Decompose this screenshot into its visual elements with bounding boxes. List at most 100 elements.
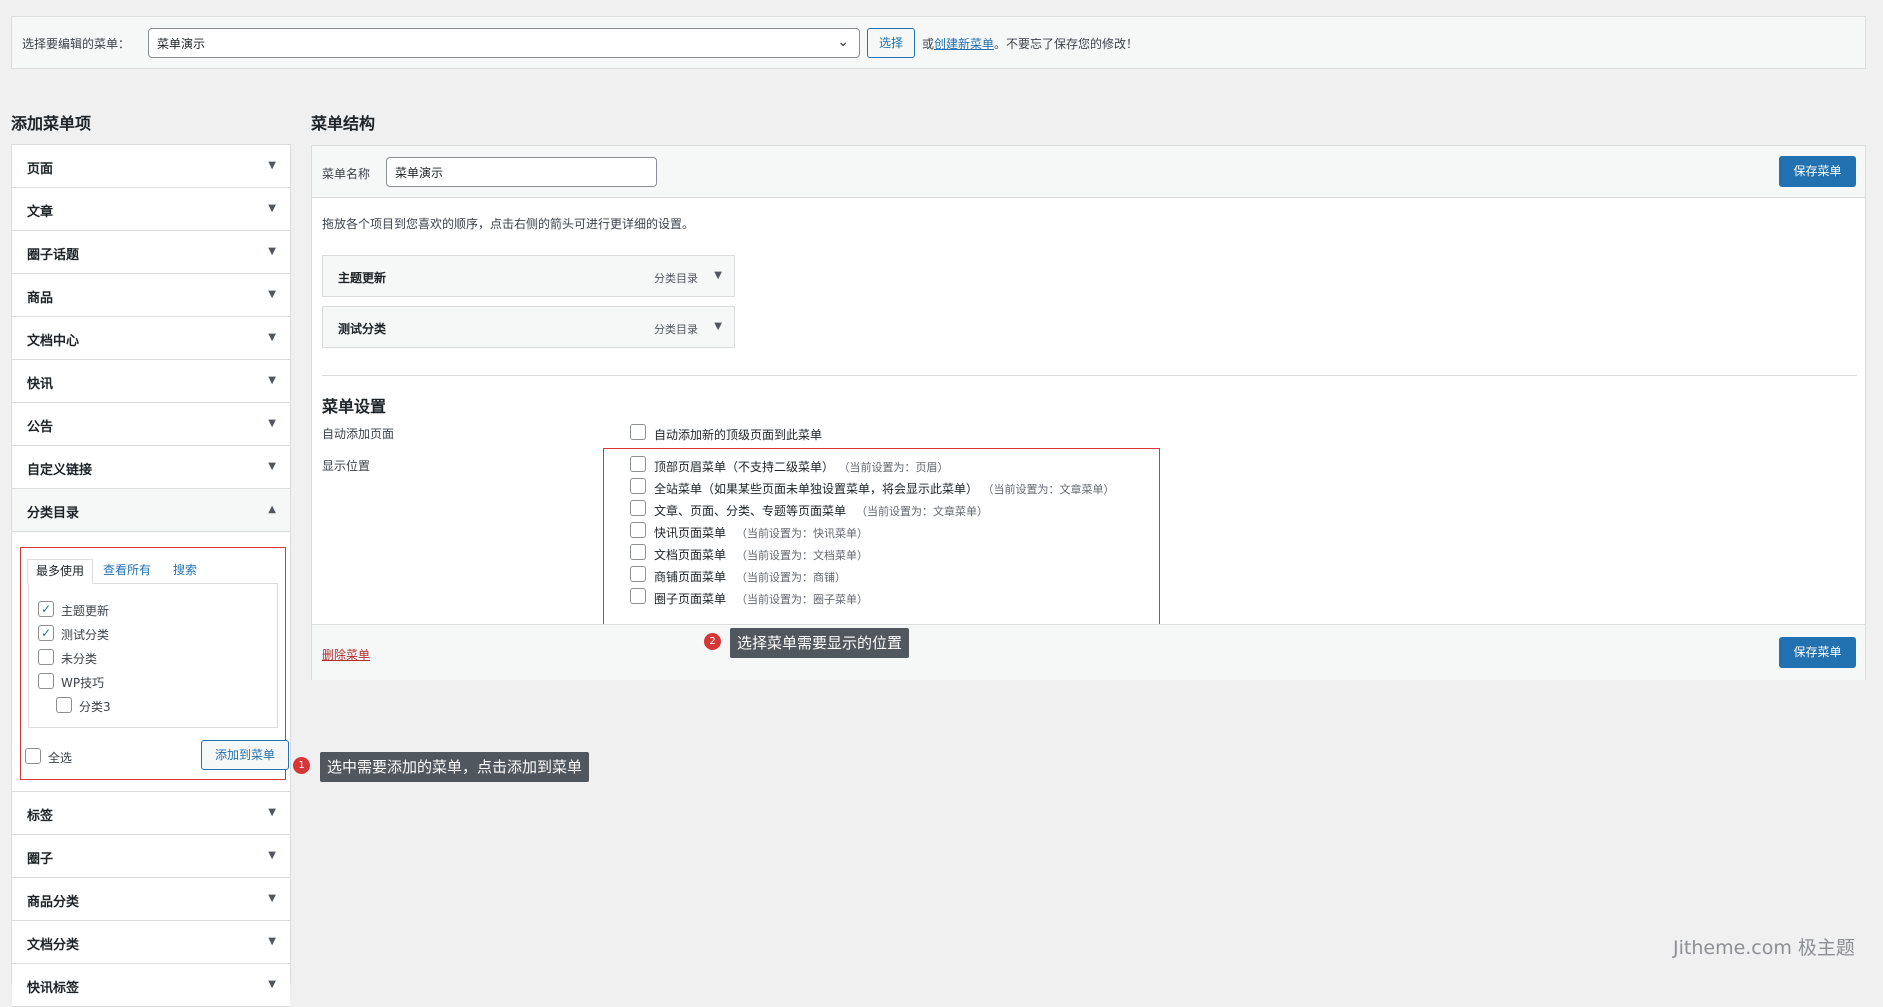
menu-select-bar: 选择要编辑的菜单： 菜单演示 ⌄ 选择 或创建新菜单。不要忘了保存您的修改！ xyxy=(11,16,1866,69)
checkbox[interactable] xyxy=(56,697,72,713)
checkbox[interactable] xyxy=(38,673,54,689)
accordion-title: 自定义链接 xyxy=(27,463,93,478)
checkbox[interactable] xyxy=(25,748,41,764)
accordion-docs[interactable]: 文档中心 ▼ xyxy=(12,317,290,360)
checkbox[interactable] xyxy=(630,522,646,538)
accordion-title: 商品分类 xyxy=(27,895,80,910)
accordion-title: 标签 xyxy=(27,809,54,824)
checkbox[interactable] xyxy=(630,456,646,472)
checkbox[interactable] xyxy=(630,500,646,516)
location-label: 全站菜单（如果某些页面未单独设置菜单，将会显示此菜单） xyxy=(654,482,979,496)
triangle-down-icon: ▼ xyxy=(268,979,276,990)
accordion-tags[interactable]: 标签 ▼ xyxy=(12,792,290,835)
triangle-down-icon[interactable]: ▼ xyxy=(714,321,722,332)
triangle-down-icon: ▼ xyxy=(268,160,276,171)
menu-settings-heading: 菜单设置 xyxy=(322,397,387,416)
checkbox[interactable] xyxy=(630,478,646,494)
location-label: 圈子页面菜单 xyxy=(654,592,727,606)
menu-item[interactable]: 主题更新 分类目录 ▼ xyxy=(322,255,735,297)
accordion-product-categories[interactable]: 商品分类 ▼ xyxy=(12,878,290,921)
location-current: （当前设置为：商铺） xyxy=(736,571,847,584)
checkbox[interactable] xyxy=(630,544,646,560)
category-label: 未分类 xyxy=(61,652,98,666)
accordion-products[interactable]: 商品 ▼ xyxy=(12,274,290,317)
chevron-down-icon: ⌄ xyxy=(837,34,849,50)
save-menu-button[interactable]: 保存菜单 xyxy=(1779,156,1856,187)
menu-structure-panel: 菜单名称 菜单演示 保存菜单 拖放各个项目到您喜欢的顺序，点击右侧的箭头可进行更… xyxy=(311,145,1866,680)
triangle-down-icon: ▼ xyxy=(268,289,276,300)
menu-name-input[interactable]: 菜单演示 xyxy=(386,157,657,187)
tab-most-used[interactable]: 最多使用 xyxy=(27,559,94,584)
accordion-pages[interactable]: 页面 ▼ xyxy=(12,145,290,188)
menu-name-label: 菜单名称 xyxy=(322,167,371,181)
tab-search[interactable]: 搜索 xyxy=(173,559,197,581)
note-prefix: 或 xyxy=(922,37,935,51)
select-button[interactable]: 选择 xyxy=(867,28,915,58)
accordion-title: 圈子话题 xyxy=(27,248,80,263)
display-location-label: 显示位置 xyxy=(322,459,371,473)
triangle-down-icon[interactable]: ▼ xyxy=(714,270,722,281)
option-label: 自动添加新的顶级页面到此菜单 xyxy=(654,428,823,442)
checkbox[interactable] xyxy=(630,588,646,604)
category-label: 分类3 xyxy=(79,700,111,714)
menu-item-type: 分类目录 xyxy=(654,323,698,336)
accordion-title: 分类目录 xyxy=(27,506,80,521)
menu-select-label: 选择要编辑的菜单： xyxy=(22,37,131,51)
menu-select-dropdown[interactable]: 菜单演示 ⌄ xyxy=(148,28,860,58)
accordion-notices[interactable]: 公告 ▼ xyxy=(12,403,290,446)
accordion-title: 文档中心 xyxy=(27,334,80,349)
create-menu-note: 或创建新菜单。不要忘了保存您的修改！ xyxy=(922,35,1138,52)
watermark: Jitheme.com 极主题 xyxy=(1673,937,1855,959)
accordion-title: 文档分类 xyxy=(27,938,80,953)
category-label: WP技巧 xyxy=(61,676,105,690)
menu-item-type: 分类目录 xyxy=(654,272,698,285)
category-label: 测试分类 xyxy=(61,628,110,642)
accordion-title: 快讯 xyxy=(27,377,54,392)
tab-view-all[interactable]: 查看所有 xyxy=(103,559,151,581)
checkbox[interactable] xyxy=(630,424,646,440)
triangle-down-icon: ▼ xyxy=(268,461,276,472)
checkbox[interactable] xyxy=(630,566,646,582)
save-menu-button-bottom[interactable]: 保存菜单 xyxy=(1779,637,1856,668)
menu-item-title: 测试分类 xyxy=(338,322,387,336)
checkbox-checked[interactable]: ✓ xyxy=(38,601,54,617)
accordion-title: 快讯标签 xyxy=(27,981,80,996)
location-current: （当前设置为：页眉） xyxy=(844,461,949,474)
triangle-up-icon: ▲ xyxy=(268,504,276,515)
accordion-categories[interactable]: 分类目录 ▲ xyxy=(12,489,290,532)
add-to-menu-button[interactable]: 添加到菜单 xyxy=(201,740,289,770)
menu-item[interactable]: 测试分类 分类目录 ▼ xyxy=(322,306,735,348)
accordion-circle-topics[interactable]: 圈子话题 ▼ xyxy=(12,231,290,274)
accordion-circles[interactable]: 圈子 ▼ xyxy=(12,835,290,878)
location-label: 文章、页面、分类、专题等页面菜单 xyxy=(654,504,847,518)
accordion-posts[interactable]: 文章 ▼ xyxy=(12,188,290,231)
auto-add-label: 自动添加页面 xyxy=(322,427,395,441)
location-label: 快讯页面菜单 xyxy=(654,526,727,540)
triangle-down-icon: ▼ xyxy=(268,203,276,214)
checkbox-checked[interactable]: ✓ xyxy=(38,625,54,641)
menu-footer-bar: 删除菜单 保存菜单 xyxy=(312,624,1865,680)
annotation-badge: 1 xyxy=(293,757,310,774)
highlight-box: 最多使用 查看所有 搜索 ✓ 主题更新 ✓ 测试分类 未分类 WP技巧 分类3 全选… xyxy=(20,547,289,780)
location-current: （当前设置为：快讯菜单） xyxy=(736,527,869,540)
triangle-down-icon: ▼ xyxy=(268,375,276,386)
category-checklist: ✓ 主题更新 ✓ 测试分类 未分类 WP技巧 分类3 xyxy=(28,583,278,728)
menu-select-value: 菜单演示 xyxy=(157,37,206,51)
checkbox[interactable] xyxy=(38,649,54,665)
add-menu-items-heading: 添加菜单项 xyxy=(11,114,92,133)
accordion-title: 文章 xyxy=(27,205,54,220)
triangle-down-icon: ▼ xyxy=(268,850,276,861)
accordion-news[interactable]: 快讯 ▼ xyxy=(12,360,290,403)
accordion-news-tags[interactable]: 快讯标签 ▼ xyxy=(12,964,290,1007)
menu-structure-heading: 菜单结构 xyxy=(311,114,376,133)
triangle-down-icon: ▼ xyxy=(268,332,276,343)
accordion-title: 商品 xyxy=(27,291,54,306)
location-current: （当前设置为：文章菜单） xyxy=(856,505,989,518)
delete-menu-link[interactable]: 删除菜单 xyxy=(322,646,370,663)
annotation-callout: 选择菜单需要显示的位置 xyxy=(730,628,910,658)
create-new-menu-link[interactable]: 创建新菜单 xyxy=(934,37,994,51)
accordion-doc-categories[interactable]: 文档分类 ▼ xyxy=(12,921,290,964)
accordion-title: 公告 xyxy=(27,420,54,435)
drag-instructions: 拖放各个项目到您喜欢的顺序，点击右侧的箭头可进行更详细的设置。 xyxy=(322,217,695,231)
accordion-custom-links[interactable]: 自定义链接 ▼ xyxy=(12,446,290,489)
